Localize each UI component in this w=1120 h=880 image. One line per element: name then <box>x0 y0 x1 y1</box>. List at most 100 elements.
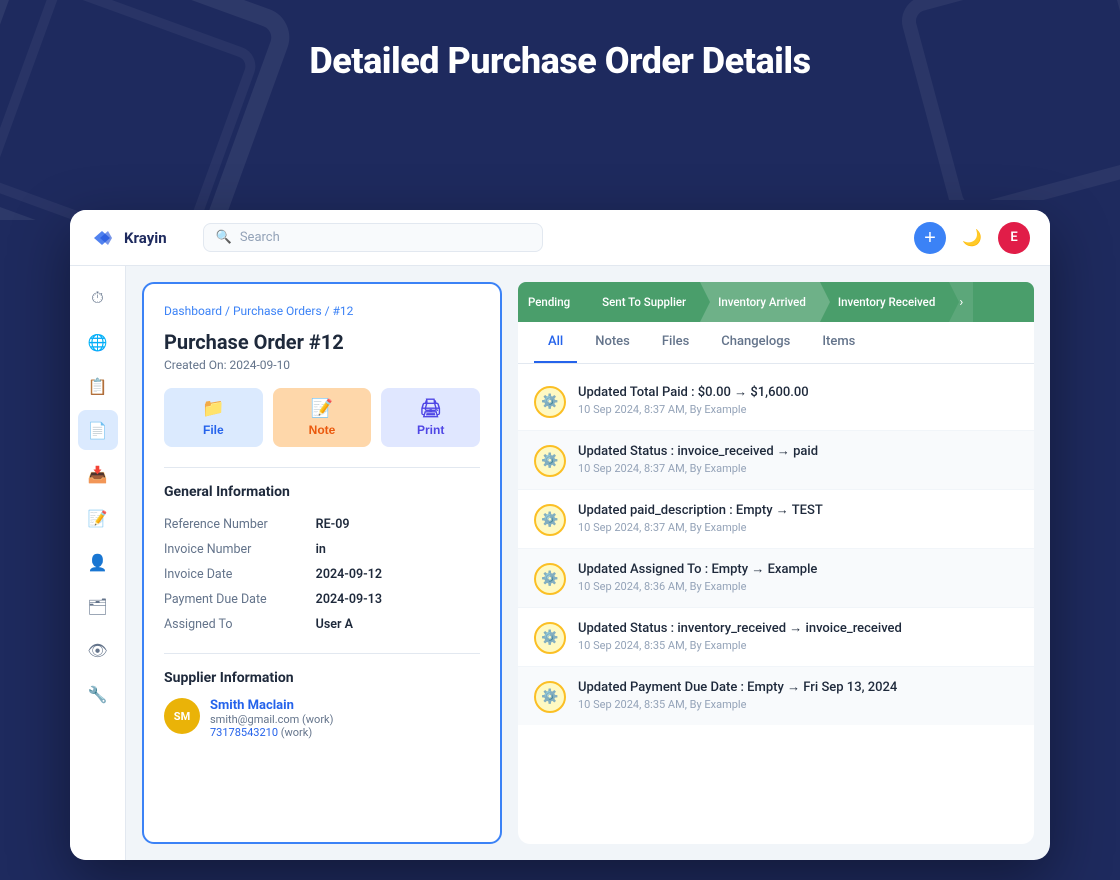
changelog-icon-1: ⚙️ <box>534 386 566 418</box>
status-step-pending[interactable]: Pending <box>518 282 584 322</box>
sidebar-item-globe[interactable]: 🌐 <box>78 322 118 362</box>
po-card-inner: Dashboard / Purchase Orders / #12 Purcha… <box>144 284 500 842</box>
sidebar: ⏱ 🌐 📋 📄 📥 📝 👤 🗂 👁 🔧 <box>70 266 126 860</box>
changelog-content-4: Updated Assigned To : Empty → Example 10… <box>578 561 1018 593</box>
changelog-title-2: Updated Status : invoice_received → paid <box>578 443 1018 459</box>
status-overflow-icon: › <box>959 295 963 310</box>
tab-files[interactable]: Files <box>648 322 703 363</box>
changelog-meta-2: 10 Sep 2024, 8:37 AM, By Example <box>578 462 1018 475</box>
changelog-icon-2: ⚙️ <box>534 445 566 477</box>
supplier-phone-type: (work) <box>281 726 312 739</box>
tab-items[interactable]: Items <box>808 322 869 363</box>
search-placeholder: Search <box>240 230 280 245</box>
changelog-title-5: Updated Status : inventory_received → in… <box>578 620 1018 636</box>
changelog-meta-5: 10 Sep 2024, 8:35 AM, By Example <box>578 639 1018 652</box>
supplier-info: Smith Maclain smith@gmail.com (work) 731… <box>210 698 480 739</box>
tab-changelogs[interactable]: Changelogs <box>707 322 804 363</box>
table-row: Payment Due Date 2024-09-13 <box>164 587 480 612</box>
supplier-name: Smith Maclain <box>210 698 480 713</box>
created-label: Created On: <box>164 358 226 372</box>
field-value: RE-09 <box>316 512 480 537</box>
table-row: Invoice Number in <box>164 537 480 562</box>
sidebar-item-inbox[interactable]: 📥 <box>78 454 118 494</box>
supplier-row: SM Smith Maclain smith@gmail.com (work) … <box>164 698 480 739</box>
action-buttons: 📁 File 📝 Note 🖨 Print <box>164 388 480 447</box>
po-card: Dashboard / Purchase Orders / #12 Purcha… <box>142 282 502 844</box>
supplier-title: Supplier Information <box>164 670 480 686</box>
content-area: ⏱ 🌐 📋 📄 📥 📝 👤 🗂 👁 🔧 Dashboard / Purchase… <box>70 266 1050 860</box>
status-step-arrived[interactable]: Inventory Arrived <box>700 282 820 322</box>
sidebar-item-monitor[interactable]: 👁 <box>78 630 118 670</box>
navbar-actions: + 🌙 E <box>914 222 1030 254</box>
changelog-icon-3: ⚙️ <box>534 504 566 536</box>
changelog-list: ⚙️ Updated Total Paid : $0.00 → $1,600.0… <box>518 364 1034 844</box>
sidebar-item-clipboard[interactable]: 📋 <box>78 366 118 406</box>
field-label: Invoice Number <box>164 537 316 562</box>
supplier-email-text: smith@gmail.com <box>210 713 299 726</box>
field-label: Payment Due Date <box>164 587 316 612</box>
note-label: Note <box>309 423 336 437</box>
changelog-title-1: Updated Total Paid : $0.00 → $1,600.00 <box>578 384 1018 400</box>
table-row: Assigned To User A <box>164 612 480 637</box>
sidebar-item-list[interactable]: 📝 <box>78 498 118 538</box>
changelog-meta-4: 10 Sep 2024, 8:36 AM, By Example <box>578 580 1018 593</box>
user-avatar[interactable]: E <box>998 222 1030 254</box>
supplier-phone-text: 73178543210 <box>210 726 278 739</box>
changelog-title-3: Updated paid_description : Empty → TEST <box>578 502 1018 518</box>
tab-notes[interactable]: Notes <box>581 322 644 363</box>
changelog-item-5: ⚙️ Updated Status : inventory_received →… <box>518 608 1034 667</box>
changelog-icon-5: ⚙️ <box>534 622 566 654</box>
divider-2 <box>164 653 480 654</box>
field-label: Assigned To <box>164 612 316 637</box>
file-button[interactable]: 📁 File <box>164 388 263 447</box>
changelog-item-3: ⚙️ Updated paid_description : Empty → TE… <box>518 490 1034 549</box>
divider-1 <box>164 467 480 468</box>
supplier-avatar: SM <box>164 698 200 734</box>
status-sent-label: Sent To Supplier <box>602 295 686 309</box>
print-icon: 🖨 <box>419 398 442 419</box>
changelog-item-2: ⚙️ Updated Status : invoice_received → p… <box>518 431 1034 490</box>
status-pipeline: Pending Sent To Supplier Inventory Arriv… <box>518 282 1034 322</box>
changelog-content-5: Updated Status : inventory_received → in… <box>578 620 1018 652</box>
changelog-item-6: ⚙️ Updated Payment Due Date : Empty → Fr… <box>518 667 1034 725</box>
logo-icon <box>90 227 118 249</box>
note-button[interactable]: 📝 Note <box>273 388 372 447</box>
status-step-sent[interactable]: Sent To Supplier <box>584 282 700 322</box>
main-panel: Dashboard / Purchase Orders / #12 Purcha… <box>126 266 1050 860</box>
sidebar-item-purchase-orders[interactable]: 📄 <box>78 410 118 450</box>
tabs-panel: All Notes Files Changelogs Items ⚙️ Upda… <box>518 322 1034 844</box>
status-step-received[interactable]: Inventory Received <box>820 282 950 322</box>
print-button[interactable]: 🖨 Print <box>381 388 480 447</box>
note-icon: 📝 <box>311 398 333 419</box>
sidebar-item-archive[interactable]: 🗂 <box>78 586 118 626</box>
status-pending-label: Pending <box>528 295 570 309</box>
changelog-title-4: Updated Assigned To : Empty → Example <box>578 561 1018 577</box>
status-arrived-label: Inventory Arrived <box>718 295 806 309</box>
field-label: Reference Number <box>164 512 316 537</box>
changelog-meta-6: 10 Sep 2024, 8:35 AM, By Example <box>578 698 1018 711</box>
table-row: Reference Number RE-09 <box>164 512 480 537</box>
changelog-icon-4: ⚙️ <box>534 563 566 595</box>
field-value: 2024-09-13 <box>316 587 480 612</box>
general-info-title: General Information <box>164 484 480 500</box>
tab-all[interactable]: All <box>534 322 577 363</box>
supplier-email: smith@gmail.com (work) <box>210 713 480 726</box>
supplier-email-type: (work) <box>302 713 333 726</box>
changelog-meta-3: 10 Sep 2024, 8:37 AM, By Example <box>578 521 1018 534</box>
theme-toggle-button[interactable]: 🌙 <box>956 222 988 254</box>
sidebar-item-timer[interactable]: ⏱ <box>78 278 118 318</box>
changelog-item-4: ⚙️ Updated Assigned To : Empty → Example… <box>518 549 1034 608</box>
changelog-icon-6: ⚙️ <box>534 681 566 713</box>
add-button[interactable]: + <box>914 222 946 254</box>
field-value: 2024-09-12 <box>316 562 480 587</box>
po-created: Created On: 2024-09-10 <box>164 358 480 372</box>
sidebar-item-contacts[interactable]: 👤 <box>78 542 118 582</box>
page-title: Detailed Purchase Order Details <box>0 40 1120 82</box>
changelog-title-6: Updated Payment Due Date : Empty → Fri S… <box>578 679 1018 695</box>
changelog-content-1: Updated Total Paid : $0.00 → $1,600.00 1… <box>578 384 1018 416</box>
search-bar[interactable]: 🔍 Search <box>203 223 543 252</box>
general-info-table: Reference Number RE-09 Invoice Number in… <box>164 512 480 637</box>
sidebar-item-settings[interactable]: 🔧 <box>78 674 118 714</box>
print-label: Print <box>417 423 444 437</box>
breadcrumb: Dashboard / Purchase Orders / #12 <box>164 304 480 318</box>
